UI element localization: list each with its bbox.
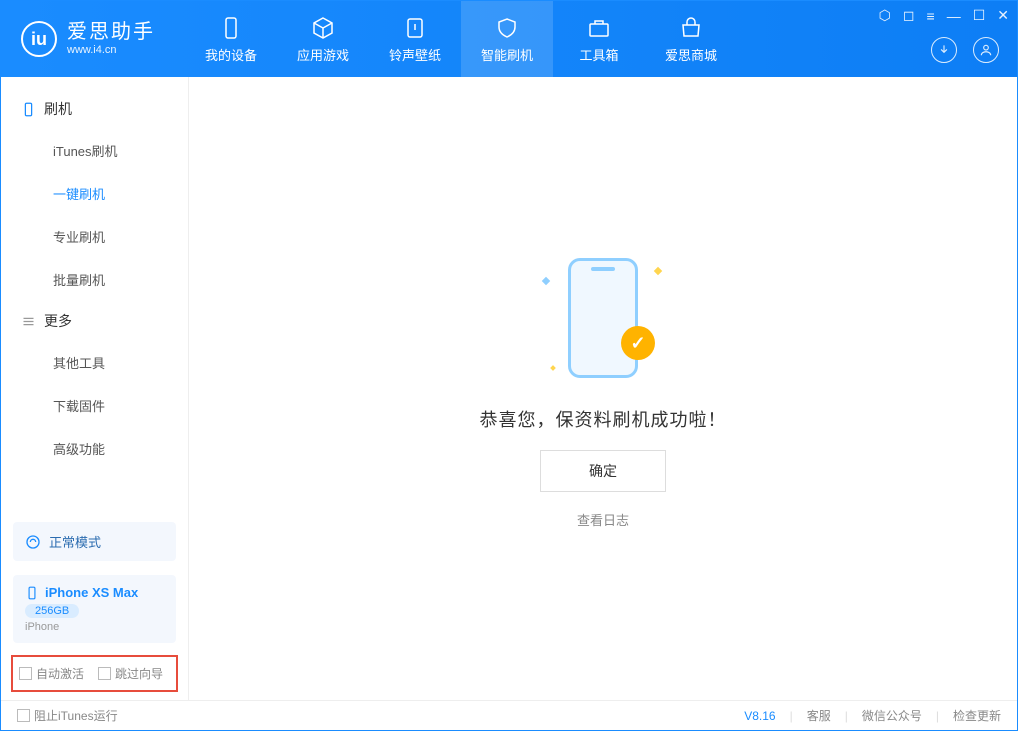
sidebar-item-download-firmware[interactable]: 下载固件 bbox=[1, 384, 188, 427]
list-icon bbox=[21, 314, 36, 329]
checkbox-icon bbox=[19, 667, 32, 680]
mode-badge[interactable]: 正常模式 bbox=[13, 522, 176, 561]
device-type: iPhone bbox=[25, 621, 164, 633]
download-button[interactable] bbox=[931, 37, 957, 63]
sidebar-group-flash: 刷机 bbox=[1, 89, 188, 129]
app-subtitle: www.i4.cn bbox=[67, 44, 155, 57]
phone-illustration-icon bbox=[568, 258, 638, 378]
support-link[interactable]: 客服 bbox=[807, 707, 831, 724]
sidebar-item-pro-flash[interactable]: 专业刷机 bbox=[1, 215, 188, 258]
tab-smart-flash[interactable]: 智能刷机 bbox=[461, 1, 553, 77]
maximize-button[interactable]: ☐ bbox=[973, 7, 986, 24]
tab-label: 爱思商城 bbox=[665, 45, 717, 64]
minimize-button[interactable]: — bbox=[947, 8, 961, 24]
shirt-icon[interactable]: ⬡ bbox=[879, 7, 891, 24]
main-tabs: 我的设备 应用游戏 铃声壁纸 智能刷机 工具箱 爱思商城 bbox=[185, 1, 737, 77]
menu-icon[interactable]: ≡ bbox=[927, 8, 935, 24]
phone-small-icon bbox=[25, 586, 39, 600]
check-update-link[interactable]: 检查更新 bbox=[953, 707, 1001, 724]
sidebar-item-advanced[interactable]: 高级功能 bbox=[1, 427, 188, 470]
device-icon bbox=[218, 15, 244, 41]
check-badge-icon: ✓ bbox=[621, 326, 655, 360]
ok-button[interactable]: 确定 bbox=[540, 450, 666, 492]
sync-icon bbox=[25, 534, 41, 550]
tab-label: 铃声壁纸 bbox=[389, 45, 441, 64]
version-label: V8.16 bbox=[744, 709, 775, 723]
main-content: ✓ 恭喜您，保资料刷机成功啦！ 确定 查看日志 bbox=[189, 77, 1017, 700]
shield-refresh-icon bbox=[494, 15, 520, 41]
sidebar-group-more: 更多 bbox=[1, 301, 188, 341]
tab-store[interactable]: 爱思商城 bbox=[645, 1, 737, 77]
device-card[interactable]: iPhone XS Max 256GB iPhone bbox=[13, 575, 176, 643]
checkbox-auto-activate[interactable]: 自动激活 bbox=[19, 665, 84, 682]
phone-icon bbox=[21, 102, 36, 117]
tab-label: 我的设备 bbox=[205, 45, 257, 64]
device-name: iPhone XS Max bbox=[25, 585, 164, 600]
close-button[interactable]: ✕ bbox=[997, 7, 1009, 24]
store-icon bbox=[678, 15, 704, 41]
user-button[interactable] bbox=[973, 37, 999, 63]
feedback-icon[interactable]: ◻ bbox=[903, 7, 915, 24]
mode-label: 正常模式 bbox=[49, 532, 101, 551]
music-icon bbox=[402, 15, 428, 41]
window-controls: ⬡ ◻ ≡ — ☐ ✕ bbox=[879, 7, 1009, 24]
sidebar-item-other-tools[interactable]: 其他工具 bbox=[1, 341, 188, 384]
highlighted-checkbox-row: 自动激活 跳过向导 bbox=[11, 655, 178, 692]
sparkle-icon bbox=[550, 365, 556, 371]
app-logo: iu 爱思助手 www.i4.cn bbox=[1, 20, 175, 57]
wechat-link[interactable]: 微信公众号 bbox=[862, 707, 922, 724]
view-log-link[interactable]: 查看日志 bbox=[577, 510, 629, 529]
header-actions bbox=[931, 37, 999, 63]
success-message: 恭喜您，保资料刷机成功啦！ bbox=[480, 406, 727, 432]
checkbox-block-itunes[interactable]: 阻止iTunes运行 bbox=[17, 707, 118, 724]
sidebar-item-onekey-flash[interactable]: 一键刷机 bbox=[1, 172, 188, 215]
app-body: 刷机 iTunes刷机 一键刷机 专业刷机 批量刷机 更多 其他工具 下载固件 … bbox=[1, 77, 1017, 700]
logo-icon: iu bbox=[21, 21, 57, 57]
sparkle-icon bbox=[654, 267, 662, 275]
sidebar-item-itunes-flash[interactable]: iTunes刷机 bbox=[1, 129, 188, 172]
checkbox-skip-guide[interactable]: 跳过向导 bbox=[98, 665, 163, 682]
status-bar: 阻止iTunes运行 V8.16 | 客服 | 微信公众号 | 检查更新 bbox=[1, 700, 1017, 730]
tab-apps-games[interactable]: 应用游戏 bbox=[277, 1, 369, 77]
sidebar: 刷机 iTunes刷机 一键刷机 专业刷机 批量刷机 更多 其他工具 下载固件 … bbox=[1, 77, 189, 700]
tab-ringtone-wallpaper[interactable]: 铃声壁纸 bbox=[369, 1, 461, 77]
app-title: 爱思助手 bbox=[67, 20, 155, 44]
checkbox-icon bbox=[17, 709, 30, 722]
tab-label: 智能刷机 bbox=[481, 45, 533, 64]
device-capacity: 256GB bbox=[25, 604, 79, 618]
tab-toolbox[interactable]: 工具箱 bbox=[553, 1, 645, 77]
cube-icon bbox=[310, 15, 336, 41]
tab-my-device[interactable]: 我的设备 bbox=[185, 1, 277, 77]
checkbox-icon bbox=[98, 667, 111, 680]
sparkle-icon bbox=[542, 277, 550, 285]
toolbox-icon bbox=[586, 15, 612, 41]
tab-label: 应用游戏 bbox=[297, 45, 349, 64]
tab-label: 工具箱 bbox=[579, 45, 618, 64]
app-header: iu 爱思助手 www.i4.cn 我的设备 应用游戏 铃声壁纸 智能刷机 工具… bbox=[1, 1, 1017, 77]
success-illustration: ✓ bbox=[533, 248, 673, 388]
sidebar-item-batch-flash[interactable]: 批量刷机 bbox=[1, 258, 188, 301]
